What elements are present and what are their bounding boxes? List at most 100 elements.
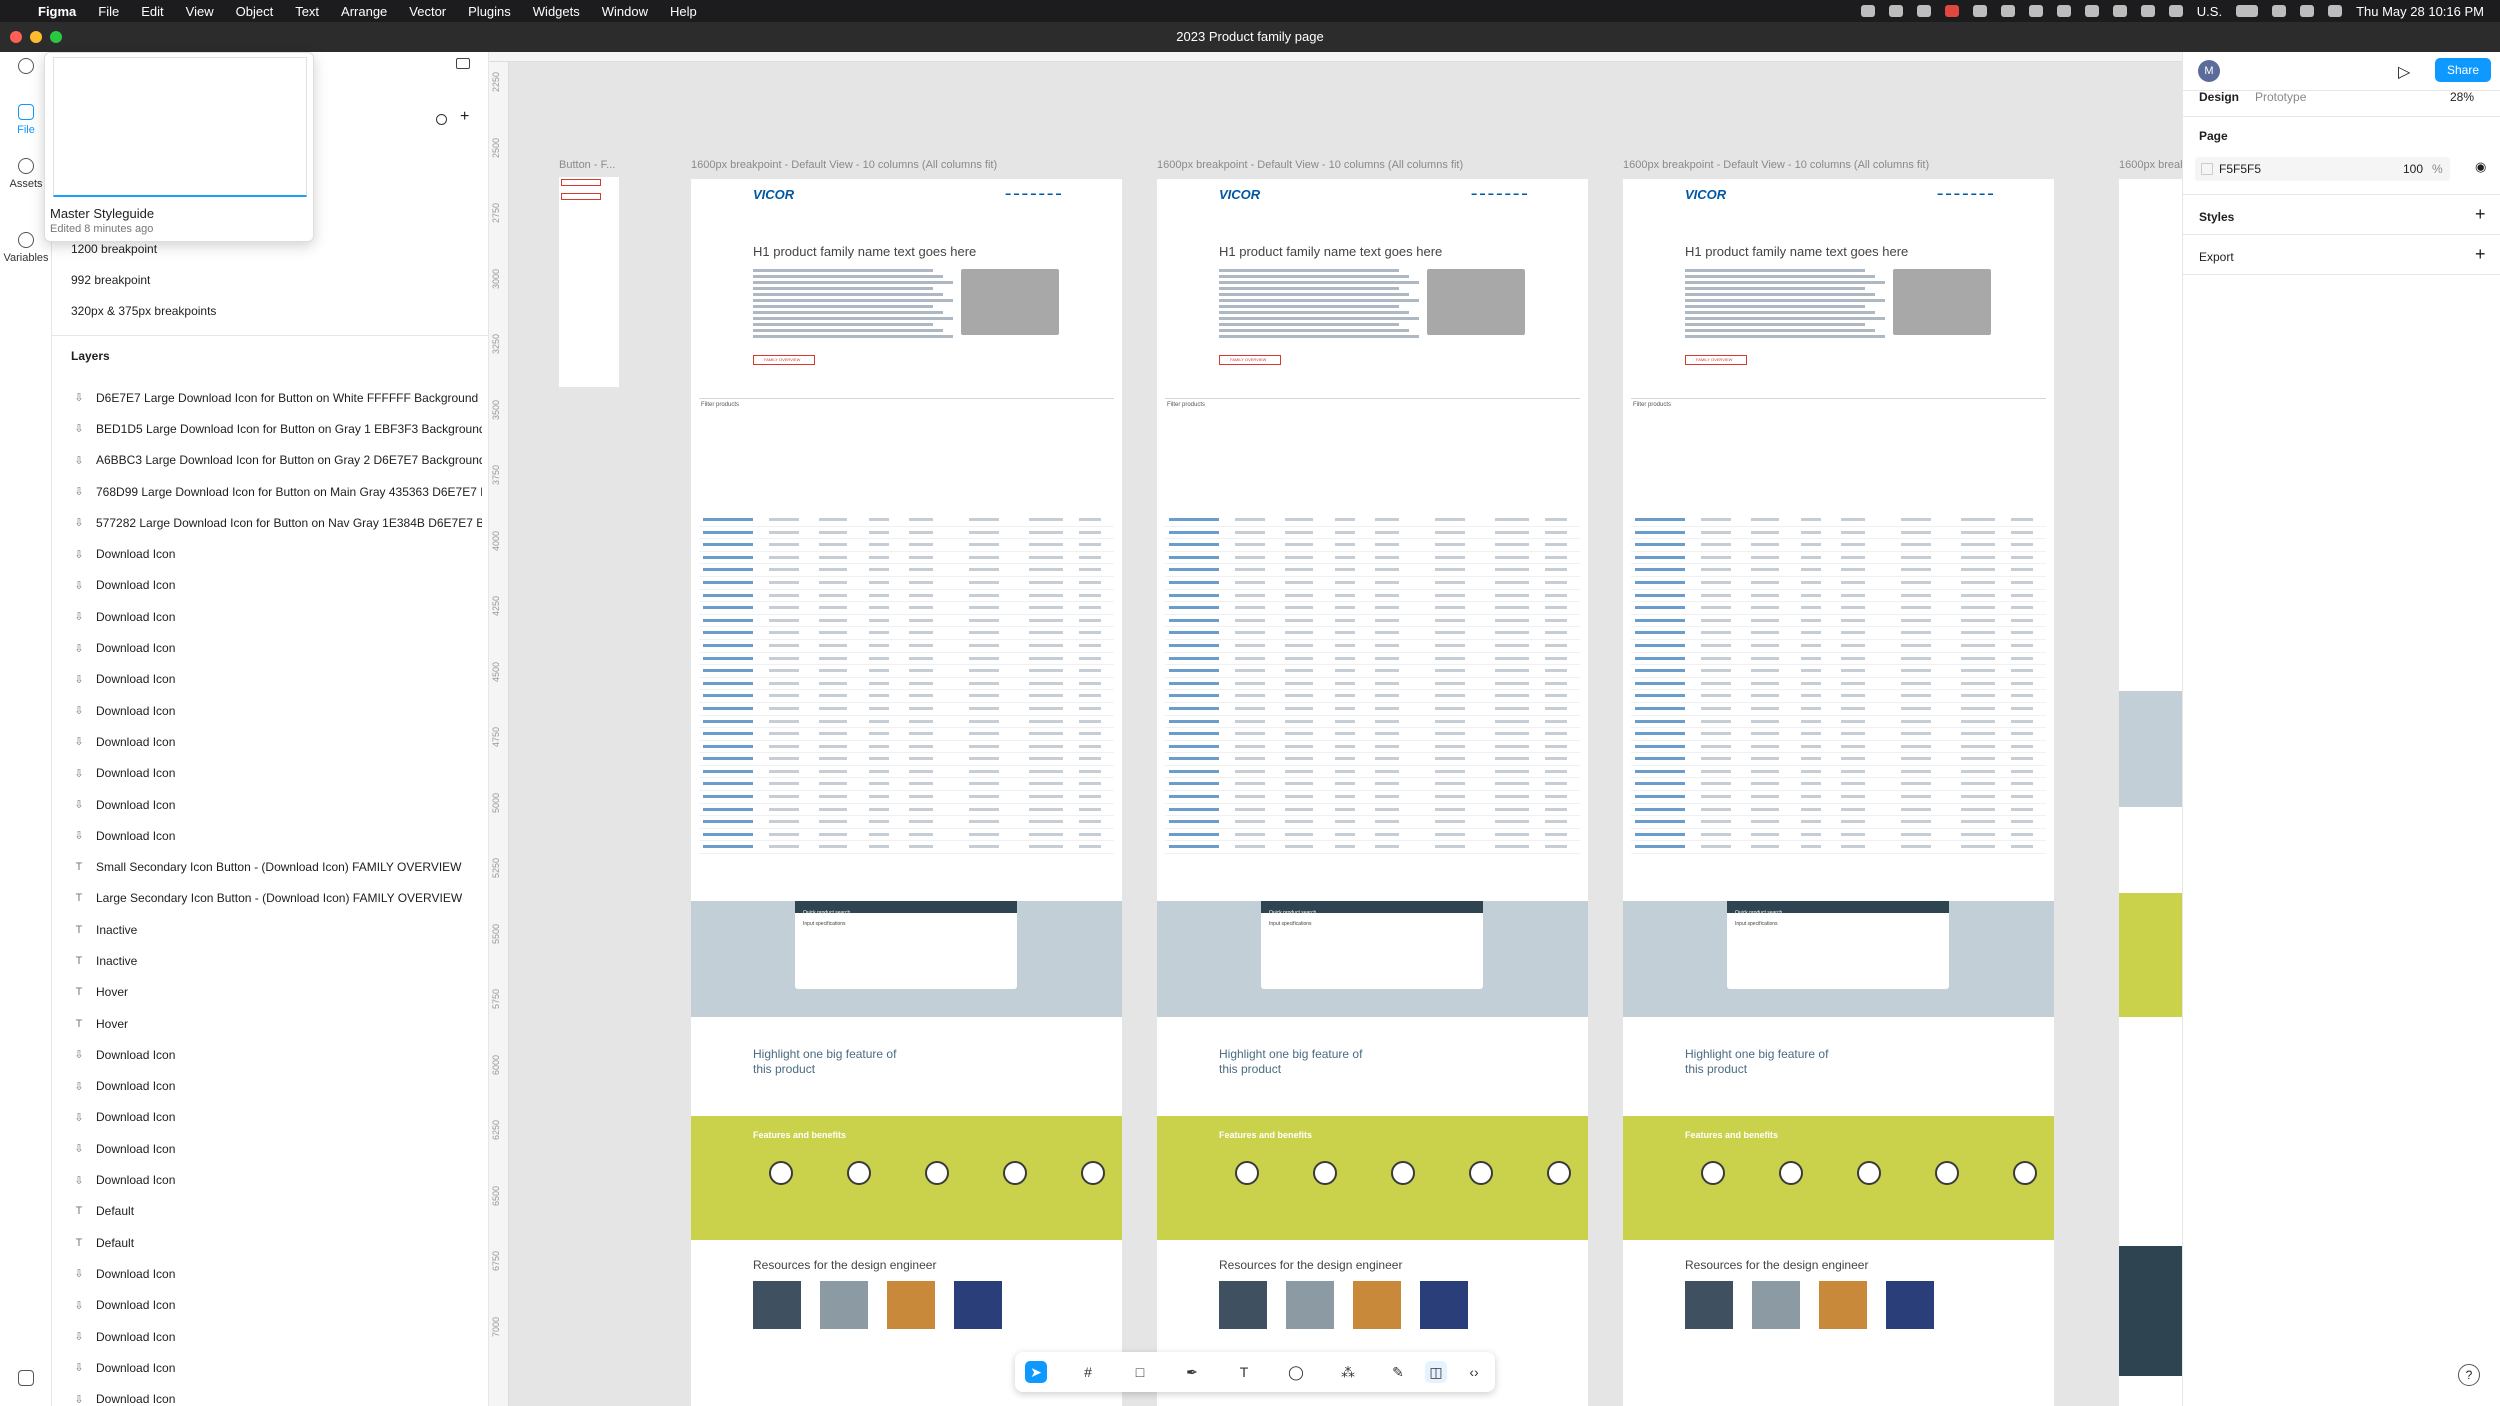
layer-item[interactable]: T Default	[70, 1196, 482, 1227]
product-page-frame[interactable]: VICOR ▬ ▬ ▬ ▬ ▬ ▬ ▬ H1 product family name…	[1157, 179, 1588, 1406]
sidebar-toggle-icon[interactable]	[456, 58, 470, 69]
menu-arrange[interactable]: Arrange	[341, 4, 387, 19]
menu-vector[interactable]: Vector	[409, 4, 446, 19]
layer-item[interactable]: ⇩ Download Icon	[70, 538, 482, 569]
file-popover[interactable]: Master Styleguide Edited 8 minutes ago	[44, 52, 314, 242]
pen-tool-icon[interactable]: ✒	[1181, 1361, 1203, 1383]
zoom-level[interactable]: 28%	[2450, 90, 2474, 104]
layer-item[interactable]: ⇩ Download Icon	[70, 726, 482, 757]
layer-item[interactable]: ⇩ Download Icon	[70, 789, 482, 820]
close-window-button[interactable]	[10, 31, 22, 43]
share-button[interactable]: Share	[2435, 58, 2491, 82]
avatar[interactable]: M	[2198, 60, 2220, 82]
input-source[interactable]: U.S.	[2197, 4, 2222, 19]
actions-tool-icon[interactable]: ⁂	[1337, 1361, 1359, 1383]
color-hex[interactable]: F5F5F5	[2219, 162, 2261, 176]
menu-plugins[interactable]: Plugins	[468, 4, 511, 19]
tab-prototype[interactable]: Prototype	[2255, 90, 2306, 104]
menu-edit[interactable]: Edit	[141, 4, 163, 19]
help-panel-icon[interactable]	[0, 1370, 52, 1390]
canvas[interactable]: 2250 2500 2750 3000 3250 3500 3750 4000 4250 4500…	[489, 52, 2182, 1406]
layer-item[interactable]: ⇩ D6E7E7 Large Download Icon for Button o…	[70, 382, 482, 413]
color-swatch[interactable]	[2201, 163, 2213, 175]
layer-item[interactable]: ⇩ Download Icon	[70, 1321, 482, 1352]
layer-item[interactable]: T Hover	[70, 977, 482, 1008]
status-icon[interactable]	[1916, 5, 1931, 17]
layer-item[interactable]: ⇩ Download Icon	[70, 1133, 482, 1164]
frame-partial[interactable]	[2119, 179, 2182, 1406]
draw-mode-icon[interactable]: ✎	[1387, 1361, 1409, 1383]
status-icon[interactable]	[1944, 5, 1959, 17]
help-icon[interactable]: ?	[2458, 1364, 2480, 1386]
layer-item[interactable]: ⇩ Download Icon	[70, 695, 482, 726]
eye-icon[interactable]: ◉	[2475, 159, 2486, 175]
wifi-icon[interactable]	[2272, 5, 2287, 17]
spotlight-icon[interactable]	[2300, 5, 2315, 17]
status-icon[interactable]	[2084, 5, 2099, 17]
search-icon[interactable]	[436, 114, 447, 125]
status-icon[interactable]	[1888, 5, 1903, 17]
text-tool-icon[interactable]: T	[1233, 1361, 1255, 1383]
zoom-window-button[interactable]	[50, 31, 62, 43]
button-styles-frame[interactable]	[559, 177, 619, 387]
layer-item[interactable]: ⇩ Download Icon	[70, 1352, 482, 1383]
layer-item[interactable]: ⇩ Download Icon	[70, 1071, 482, 1102]
add-export-icon[interactable]: +	[2475, 244, 2486, 265]
product-page-frame[interactable]: VICOR ▬ ▬ ▬ ▬ ▬ ▬ ▬ H1 product family name…	[1623, 179, 2054, 1406]
menu-text[interactable]: Text	[295, 4, 319, 19]
page-item[interactable]: 320px & 375px breakpoints	[71, 304, 216, 318]
layer-item[interactable]: ⇩ 577282 Large Download Icon for Button o…	[70, 507, 482, 538]
frame-label[interactable]: 1600px breakpoint - Default View - 10 co…	[1157, 159, 1463, 171]
menu-widgets[interactable]: Widgets	[533, 4, 580, 19]
minimize-window-button[interactable]	[30, 31, 42, 43]
present-icon[interactable]: ▷	[2398, 62, 2410, 82]
status-icon[interactable]	[2056, 5, 2071, 17]
layer-item[interactable]: ⇩ Download Icon	[70, 1164, 482, 1195]
comment-tool-icon[interactable]: ◯	[1285, 1361, 1307, 1383]
frame-label[interactable]: Button - F...	[559, 159, 615, 171]
status-icon[interactable]	[2168, 5, 2183, 17]
layer-item[interactable]: T Inactive	[70, 914, 482, 945]
frame-label[interactable]: 1600px breakpoint	[2119, 159, 2182, 171]
clock[interactable]: Thu May 28 10:16 PM	[2356, 4, 2484, 19]
status-icon[interactable]	[1972, 5, 1987, 17]
tab-design[interactable]: Design	[2199, 90, 2239, 104]
opacity-value[interactable]: 100	[2403, 162, 2423, 176]
layer-item[interactable]: T Default	[70, 1227, 482, 1258]
status-icon[interactable]	[2112, 5, 2127, 17]
layer-item[interactable]: ⇩ Download Icon	[70, 1039, 482, 1070]
layer-item[interactable]: T Hover	[70, 1008, 482, 1039]
frame-tool-icon[interactable]: #	[1077, 1361, 1099, 1383]
file-thumbnail[interactable]	[53, 57, 307, 197]
add-page-icon[interactable]: +	[460, 108, 469, 126]
layer-item[interactable]: T Large Secondary Icon Button - (Download…	[70, 883, 482, 914]
layer-item[interactable]: ⇩ Download Icon	[70, 601, 482, 632]
design-mode-icon[interactable]: ◫	[1425, 1361, 1447, 1383]
rectangle-tool-icon[interactable]: □	[1129, 1361, 1151, 1383]
frame-label[interactable]: 1600px breakpoint - Default View - 10 co…	[1623, 159, 1929, 171]
control-center-icon[interactable]	[2328, 5, 2343, 17]
layer-item[interactable]: ⇩ Download Icon	[70, 820, 482, 851]
layer-item[interactable]: ⇩ Download Icon	[70, 664, 482, 695]
app-menu-figma[interactable]: Figma	[38, 4, 76, 19]
layer-item[interactable]: ⇩ BED1D5 Large Download Icon for Button o…	[70, 413, 482, 444]
status-icon[interactable]	[1860, 5, 1875, 17]
layer-item[interactable]: ⇩ A6BBC3 Large Download Icon for Button o…	[70, 445, 482, 476]
dev-mode-icon[interactable]: ‹›	[1463, 1361, 1485, 1383]
layer-item[interactable]: ⇩ Download Icon	[70, 1290, 482, 1321]
layer-item[interactable]: ⇩ Download Icon	[70, 1384, 482, 1406]
menu-window[interactable]: Window	[602, 4, 648, 19]
layer-item[interactable]: ⇩ Download Icon	[70, 758, 482, 789]
battery-icon[interactable]	[2236, 5, 2259, 17]
menu-file[interactable]: File	[98, 4, 119, 19]
menu-help[interactable]: Help	[670, 4, 697, 19]
layer-item[interactable]: ⇩ Download Icon	[70, 1102, 482, 1133]
product-page-frame[interactable]: VICOR ▬ ▬ ▬ ▬ ▬ ▬ ▬ H1 product family name…	[691, 179, 1122, 1406]
frame-label[interactable]: 1600px breakpoint - Default View - 10 co…	[691, 159, 997, 171]
layer-item[interactable]: ⇩ Download Icon	[70, 632, 482, 663]
page-item[interactable]: 992 breakpoint	[71, 273, 150, 287]
status-icon[interactable]	[2000, 5, 2015, 17]
status-icon[interactable]	[2028, 5, 2043, 17]
add-style-icon[interactable]: +	[2475, 204, 2486, 225]
layer-item[interactable]: T Inactive	[70, 945, 482, 976]
